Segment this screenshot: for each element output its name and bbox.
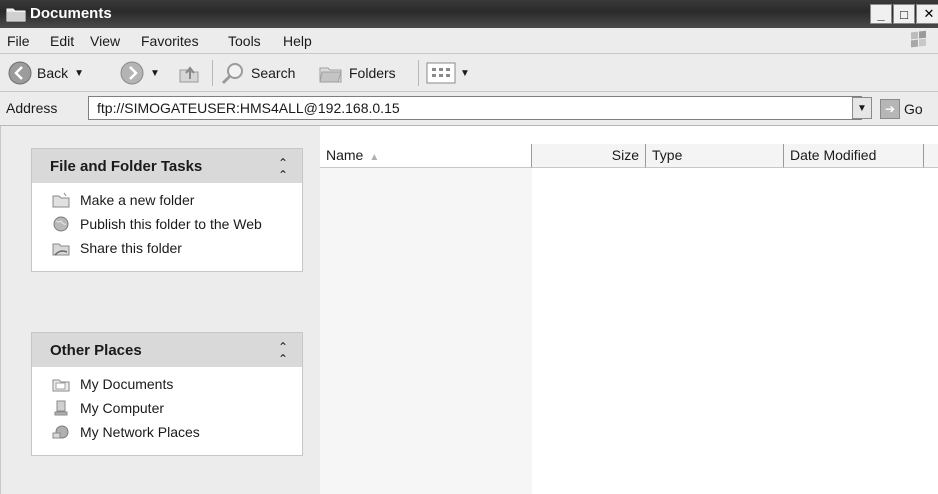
share-icon bbox=[52, 243, 70, 256]
folder-icon bbox=[6, 8, 26, 22]
folders-icon bbox=[319, 67, 342, 83]
column-header-size[interactable]: Size bbox=[532, 144, 646, 168]
column-header-name[interactable]: Name ▲ bbox=[320, 144, 532, 168]
network-places-icon bbox=[52, 425, 69, 439]
my-computer-icon bbox=[54, 400, 68, 416]
address-input[interactable]: ftp://SIMOGATEUSER:HMS4ALL@192.168.0.15 bbox=[88, 96, 862, 120]
forward-button[interactable]: ▼ bbox=[120, 61, 160, 85]
back-button[interactable]: Back ▼ bbox=[8, 61, 84, 85]
folders-button[interactable]: Folders bbox=[318, 61, 396, 85]
file-folder-tasks-title: File and Folder Tasks bbox=[50, 158, 203, 175]
place-label: My Computer bbox=[80, 400, 165, 416]
address-bar: Address ftp://SIMOGATEUSER:HMS4ALL@192.1… bbox=[0, 92, 938, 126]
task-publish-to-web[interactable]: Publish this folder to the Web bbox=[32, 215, 302, 233]
other-places-header[interactable]: Other Places ⌃ ⌃ bbox=[32, 333, 302, 367]
up-folder-button[interactable] bbox=[177, 61, 201, 85]
menu-favorites[interactable]: Favorites bbox=[141, 33, 199, 49]
address-value: ftp://SIMOGATEUSER:HMS4ALL@192.168.0.15 bbox=[97, 100, 400, 116]
toolbar: Back ▼ ▼ Search Folders ▼ bbox=[0, 54, 938, 92]
column-header-date-modified[interactable]: Date Modified bbox=[784, 144, 924, 168]
task-pane: File and Folder Tasks ⌃ ⌃ Make a new fold… bbox=[0, 126, 320, 494]
address-label: Address bbox=[6, 100, 58, 116]
views-icon bbox=[426, 62, 456, 84]
task-share-folder[interactable]: Share this folder bbox=[32, 239, 302, 257]
collapse-chevron-icon[interactable]: ⌃ ⌃ bbox=[278, 157, 288, 181]
title-bar[interactable]: Documents _ □ ✕ bbox=[0, 0, 938, 28]
collapse-chevron-icon[interactable]: ⌃ ⌃ bbox=[278, 341, 288, 365]
task-label: Share this folder bbox=[80, 240, 182, 256]
forward-dropdown-icon[interactable]: ▼ bbox=[150, 68, 160, 79]
up-folder-icon bbox=[179, 66, 199, 83]
my-documents-icon bbox=[52, 379, 70, 392]
menu-edit[interactable]: Edit bbox=[50, 33, 74, 49]
search-button[interactable]: Search bbox=[220, 61, 295, 85]
menu-file[interactable]: File bbox=[7, 33, 30, 49]
search-icon bbox=[221, 63, 243, 85]
sorted-column-shade bbox=[320, 168, 532, 494]
file-folder-tasks-header[interactable]: File and Folder Tasks ⌃ ⌃ bbox=[32, 149, 302, 183]
go-label: Go bbox=[904, 101, 923, 117]
new-folder-icon bbox=[52, 192, 70, 208]
other-places-title: Other Places bbox=[50, 342, 142, 359]
menu-view[interactable]: View bbox=[90, 33, 120, 49]
other-places-panel: Other Places ⌃ ⌃ My Documents My Computer bbox=[31, 332, 303, 456]
minimize-button[interactable]: _ bbox=[870, 4, 892, 24]
task-make-new-folder[interactable]: Make a new folder bbox=[32, 191, 302, 209]
go-button[interactable]: ➔ Go bbox=[880, 98, 923, 120]
place-my-computer[interactable]: My Computer bbox=[32, 399, 302, 417]
place-my-network-places[interactable]: My Network Places bbox=[32, 423, 302, 441]
sort-ascending-icon: ▲ bbox=[369, 152, 380, 163]
go-arrow-icon: ➔ bbox=[880, 99, 900, 119]
views-dropdown-icon[interactable]: ▼ bbox=[460, 68, 470, 79]
task-label: Make a new folder bbox=[80, 192, 195, 208]
maximize-button[interactable]: □ bbox=[893, 4, 915, 24]
file-list[interactable]: Name ▲ Size Type Date Modified bbox=[320, 126, 938, 494]
column-header-filler bbox=[924, 144, 938, 168]
menu-tools[interactable]: Tools bbox=[228, 33, 261, 49]
back-label: Back bbox=[37, 65, 69, 81]
column-header-type[interactable]: Type bbox=[646, 144, 784, 168]
window-title: Documents bbox=[30, 5, 112, 22]
address-dropdown-icon[interactable]: ▼ bbox=[852, 97, 872, 119]
task-label: Publish this folder to the Web bbox=[80, 216, 262, 232]
place-my-documents[interactable]: My Documents bbox=[32, 375, 302, 393]
globe-icon bbox=[53, 216, 69, 232]
file-folder-tasks-panel: File and Folder Tasks ⌃ ⌃ Make a new fold… bbox=[31, 148, 303, 272]
views-button[interactable]: ▼ bbox=[426, 61, 470, 85]
forward-arrow-icon bbox=[120, 61, 144, 85]
back-arrow-icon bbox=[8, 61, 32, 85]
close-button[interactable]: ✕ bbox=[916, 4, 938, 24]
place-label: My Documents bbox=[80, 376, 174, 392]
windows-logo-icon bbox=[911, 30, 926, 48]
search-label: Search bbox=[251, 65, 296, 81]
folders-label: Folders bbox=[349, 65, 396, 81]
place-label: My Network Places bbox=[80, 424, 200, 440]
menu-help[interactable]: Help bbox=[283, 33, 312, 49]
back-dropdown-icon[interactable]: ▼ bbox=[74, 68, 84, 79]
menu-bar: File Edit View Favorites Tools Help bbox=[0, 28, 938, 54]
